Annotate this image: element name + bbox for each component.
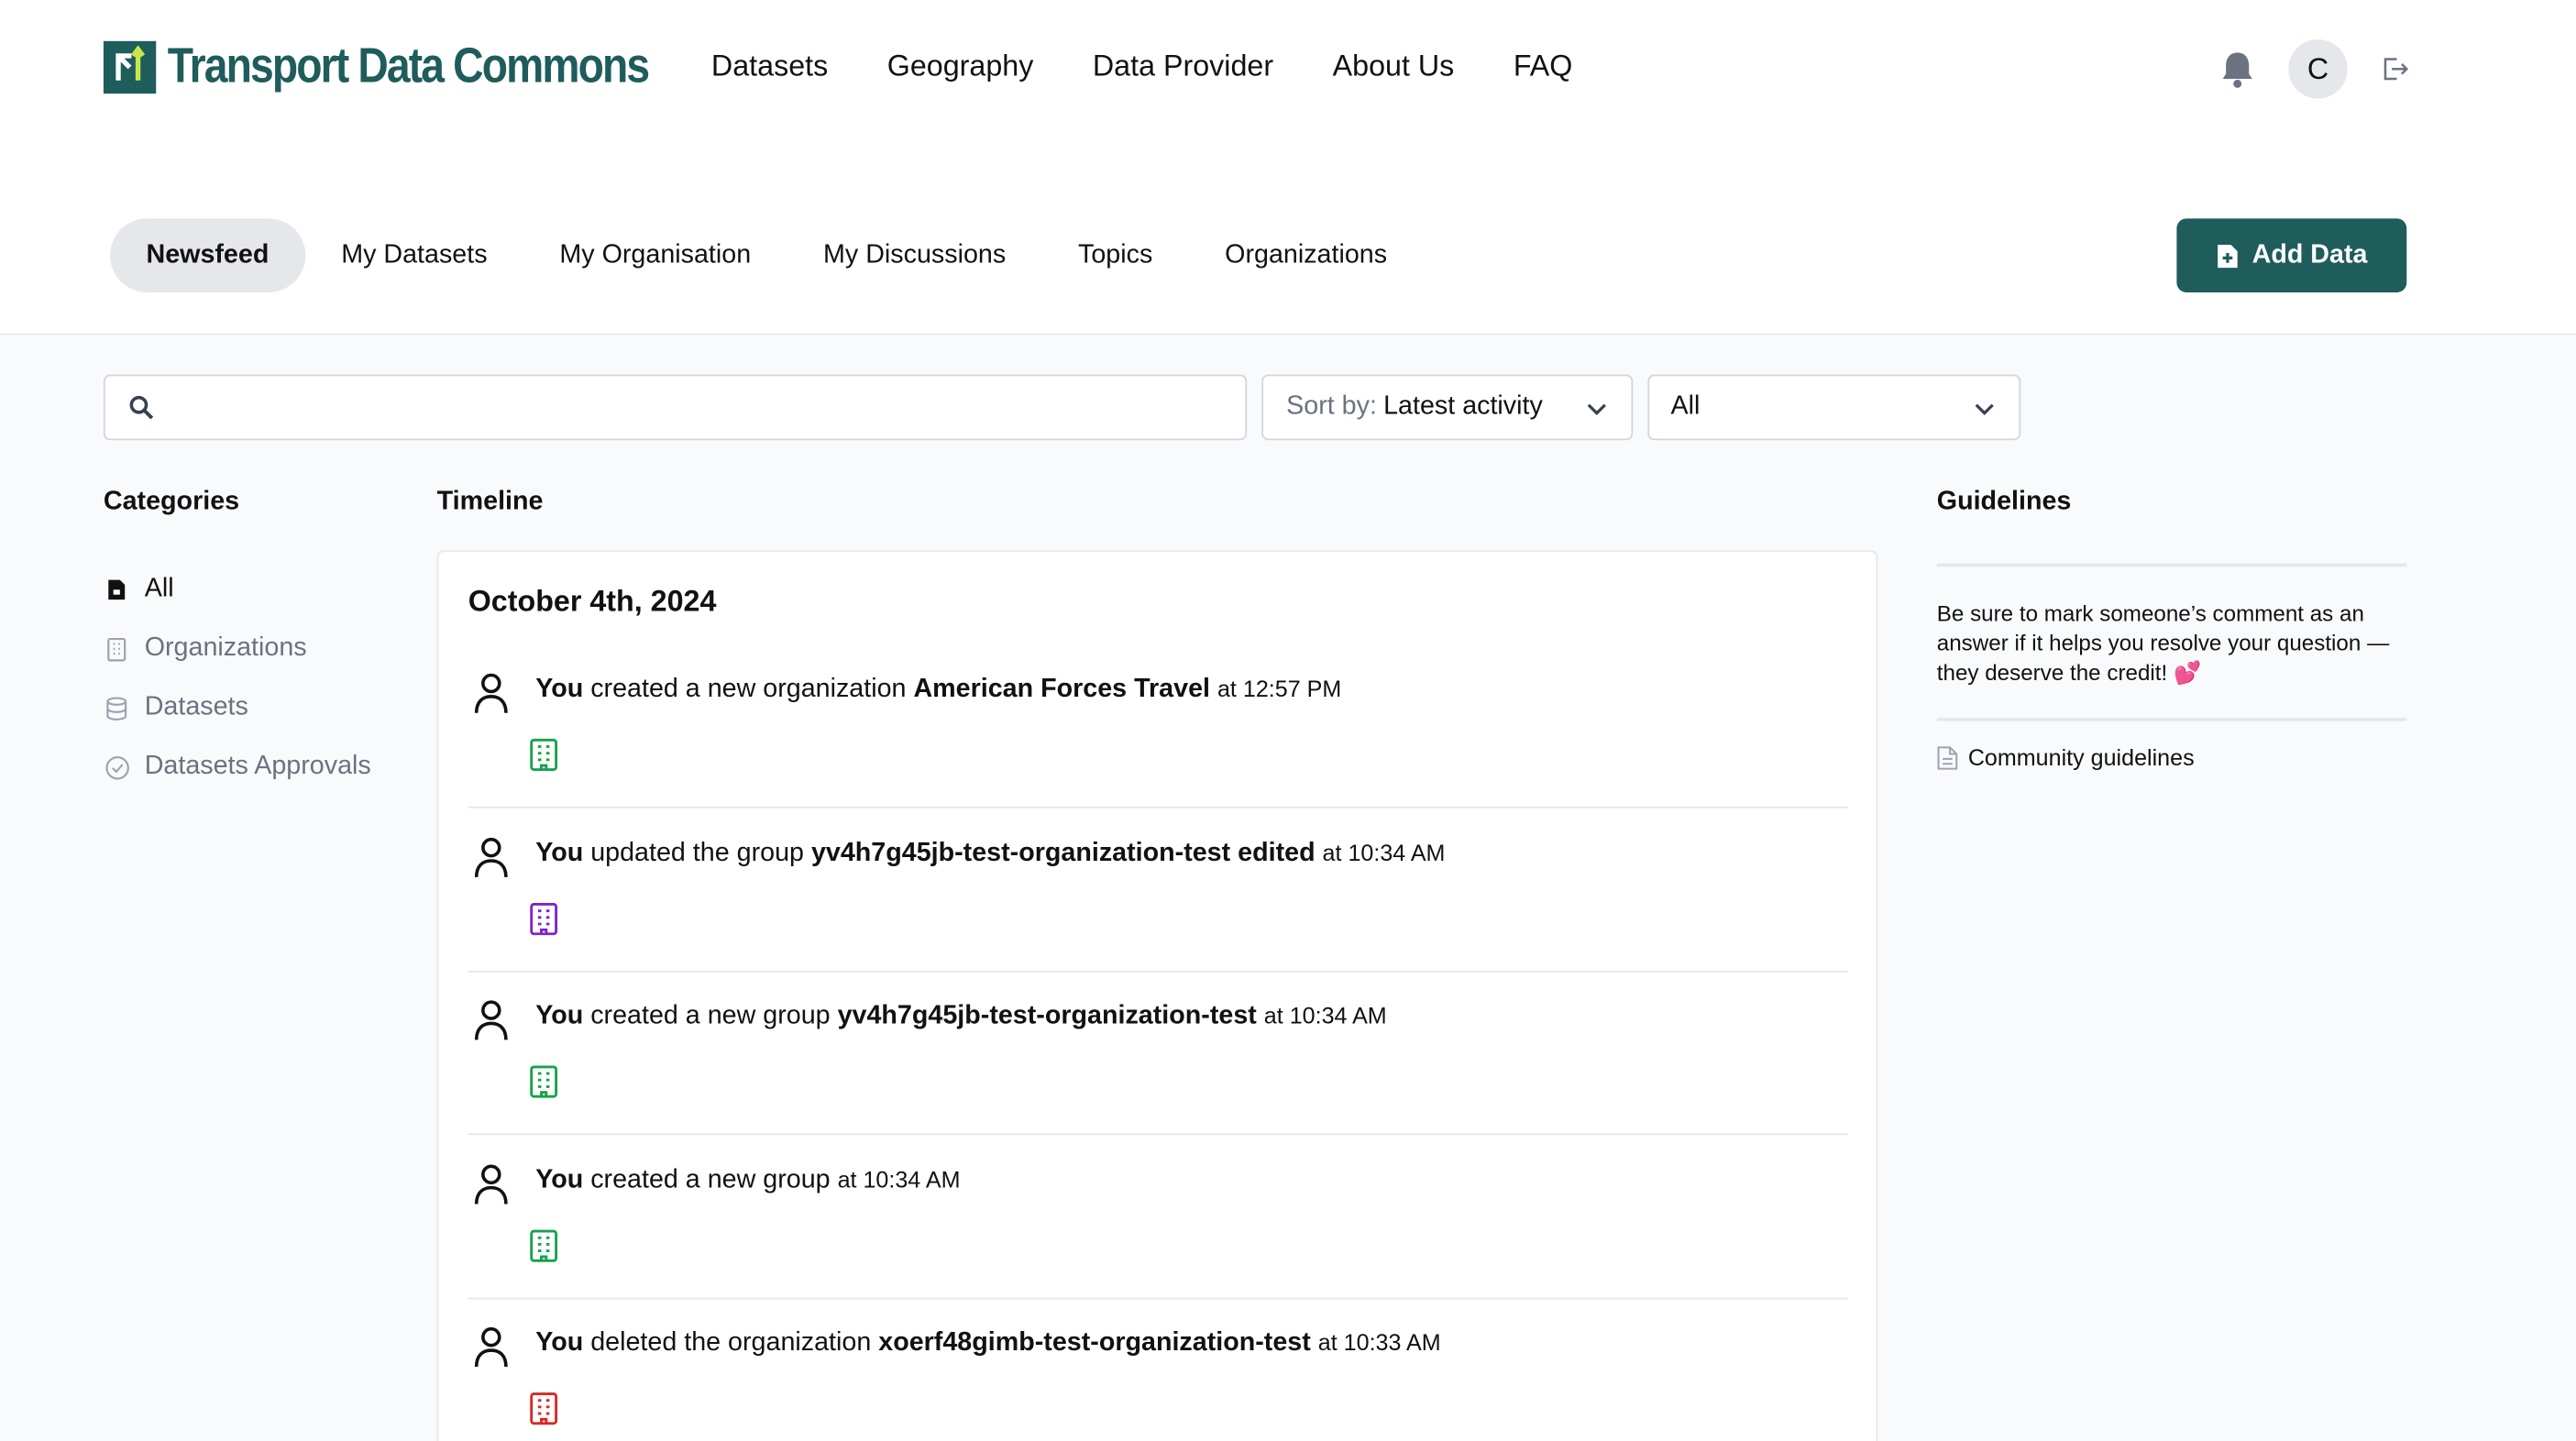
timeline-time: at 10:33 AM (1317, 1328, 1441, 1356)
category-label: Organizations (144, 633, 307, 663)
category-label: All (144, 575, 174, 603)
brand[interactable]: Transport Data Commons (103, 39, 727, 95)
timeline-action: updated the group (590, 838, 804, 867)
timeline-actor: You (535, 1002, 584, 1030)
user-icon (474, 837, 508, 877)
timeline-item: You updated the group yv4h7g45jb-test-or… (468, 809, 1849, 972)
timeline-action: created a new group (590, 1002, 831, 1030)
timeline-item-text: You created a new group yv4h7g45jb-test-… (535, 1002, 1387, 1031)
nav-faq[interactable]: FAQ (1514, 50, 1573, 84)
category-datasets[interactable]: Datasets (104, 678, 371, 738)
user-icon (474, 1000, 508, 1040)
guidelines-text: Be sure to mark someone’s comment as an … (1936, 600, 2390, 686)
chevron-down-icon (1587, 403, 1606, 415)
categories-list: All Organizations Datasets Datasets Appr… (104, 560, 371, 797)
timeline-item: You created a new group yv4h7g45jb-test-… (468, 973, 1849, 1136)
bell-icon[interactable] (2218, 41, 2257, 97)
timeline-panel: October 4th, 2024 You created a new orga… (436, 550, 1878, 1441)
guidelines-panel: Be sure to mark someone’s comment as an … (1936, 563, 2407, 771)
community-guidelines-label: Community guidelines (1967, 743, 2195, 771)
category-datasets-approvals[interactable]: Datasets Approvals (104, 738, 371, 798)
user-area: C (2218, 39, 2413, 99)
filter-select[interactable]: All (1647, 374, 2021, 441)
timeline-action: created a new organization (590, 675, 907, 703)
filter-value: All (1670, 392, 1701, 421)
main-nav: Datasets Geography Data Provider About U… (711, 50, 1572, 84)
timeline-title: Timeline (436, 488, 544, 516)
timeline-action: deleted the organization (590, 1328, 872, 1358)
timeline-target[interactable]: American Forces Travel (913, 676, 1210, 703)
category-all[interactable]: All (104, 560, 371, 620)
building-icon (104, 636, 130, 661)
tab-my-organisation[interactable]: My Organisation (523, 218, 787, 292)
user-icon (474, 673, 508, 713)
database-icon (104, 696, 130, 720)
building-icon (530, 1065, 558, 1098)
top-bar: Transport Data Commons Datasets Geograph… (0, 0, 2576, 336)
tab-newsfeed[interactable]: Newsfeed (110, 218, 305, 292)
tab-my-discussions[interactable]: My Discussions (787, 218, 1042, 292)
timeline-item: You created a new group at 10:34 AM (468, 1136, 1849, 1299)
building-icon (530, 738, 558, 771)
add-data-label: Add Data (2251, 240, 2368, 269)
file-icon (104, 578, 130, 601)
tab-my-datasets[interactable]: My Datasets (305, 218, 523, 292)
guidelines-title: Guidelines (1936, 488, 2072, 516)
sort-select[interactable]: Sort by: Latest activity (1261, 374, 1634, 441)
sort-value: Latest activity (1383, 392, 1543, 421)
avatar[interactable]: C (2288, 39, 2348, 99)
timeline-date: October 4th, 2024 (468, 584, 717, 618)
community-guidelines-link[interactable]: Community guidelines (1937, 743, 2407, 771)
user-icon (474, 1326, 508, 1368)
building-icon (530, 1228, 558, 1261)
tab-topics[interactable]: Topics (1042, 218, 1189, 292)
building-icon (530, 1392, 558, 1425)
timeline-actor: You (535, 1328, 584, 1358)
timeline-target[interactable]: xoerf48gimb-test-organization-test (878, 1329, 1311, 1357)
category-organizations[interactable]: Organizations (104, 620, 371, 679)
document-icon (1937, 745, 1958, 769)
nav-datasets[interactable]: Datasets (711, 50, 828, 84)
category-label: Datasets Approvals (144, 752, 371, 781)
sort-label: Sort by: (1286, 392, 1377, 421)
timeline-item-text: You created a new group at 10:34 AM (535, 1165, 960, 1194)
search-icon (129, 395, 154, 420)
tab-organizations[interactable]: Organizations (1189, 218, 1424, 292)
chevron-down-icon (1975, 403, 1994, 415)
nav-geography[interactable]: Geography (887, 50, 1034, 84)
logout-icon[interactable] (2377, 41, 2413, 97)
logo-icon (103, 40, 157, 94)
timeline-time: at 10:34 AM (837, 1165, 961, 1193)
timeline-item-text: You deleted the organization xoerf48gimb… (535, 1329, 1440, 1358)
nav-data-provider[interactable]: Data Provider (1093, 50, 1273, 84)
add-data-button[interactable]: Add Data (2176, 218, 2407, 292)
timeline-actor: You (535, 675, 584, 703)
timeline-actor: You (535, 838, 584, 867)
brand-name: Transport Data Commons (167, 39, 650, 94)
timeline-time: at 10:34 AM (1322, 838, 1446, 865)
building-icon (530, 902, 558, 935)
search-input[interactable] (103, 374, 1248, 441)
nav-about-us[interactable]: About Us (1333, 50, 1455, 84)
timeline-item: You deleted the organization xoerf48gimb… (468, 1299, 1848, 1441)
timeline-item: You created a new organization American … (468, 645, 1849, 808)
timeline-actor: You (535, 1165, 584, 1194)
file-plus-icon (2217, 244, 2238, 268)
user-icon (474, 1163, 508, 1204)
timeline-target[interactable]: yv4h7g45jb-test-organization-test (838, 1002, 1257, 1029)
categories-title: Categories (103, 488, 240, 516)
timeline-action: created a new group (590, 1165, 831, 1194)
timeline-item-text: You created a new organization American … (535, 676, 1341, 705)
timeline-item-text: You updated the group yv4h7g45jb-test-or… (535, 839, 1445, 868)
timeline-time: at 10:34 AM (1263, 1002, 1387, 1028)
check-circle-icon (104, 754, 130, 779)
category-label: Datasets (144, 693, 248, 721)
timeline-target[interactable]: yv4h7g45jb-test-organization-test edited (811, 839, 1316, 866)
divider (1936, 718, 2407, 721)
timeline-time: at 12:57 PM (1216, 675, 1342, 702)
sub-nav: Newsfeed My Datasets My Organisation My … (110, 218, 1423, 292)
